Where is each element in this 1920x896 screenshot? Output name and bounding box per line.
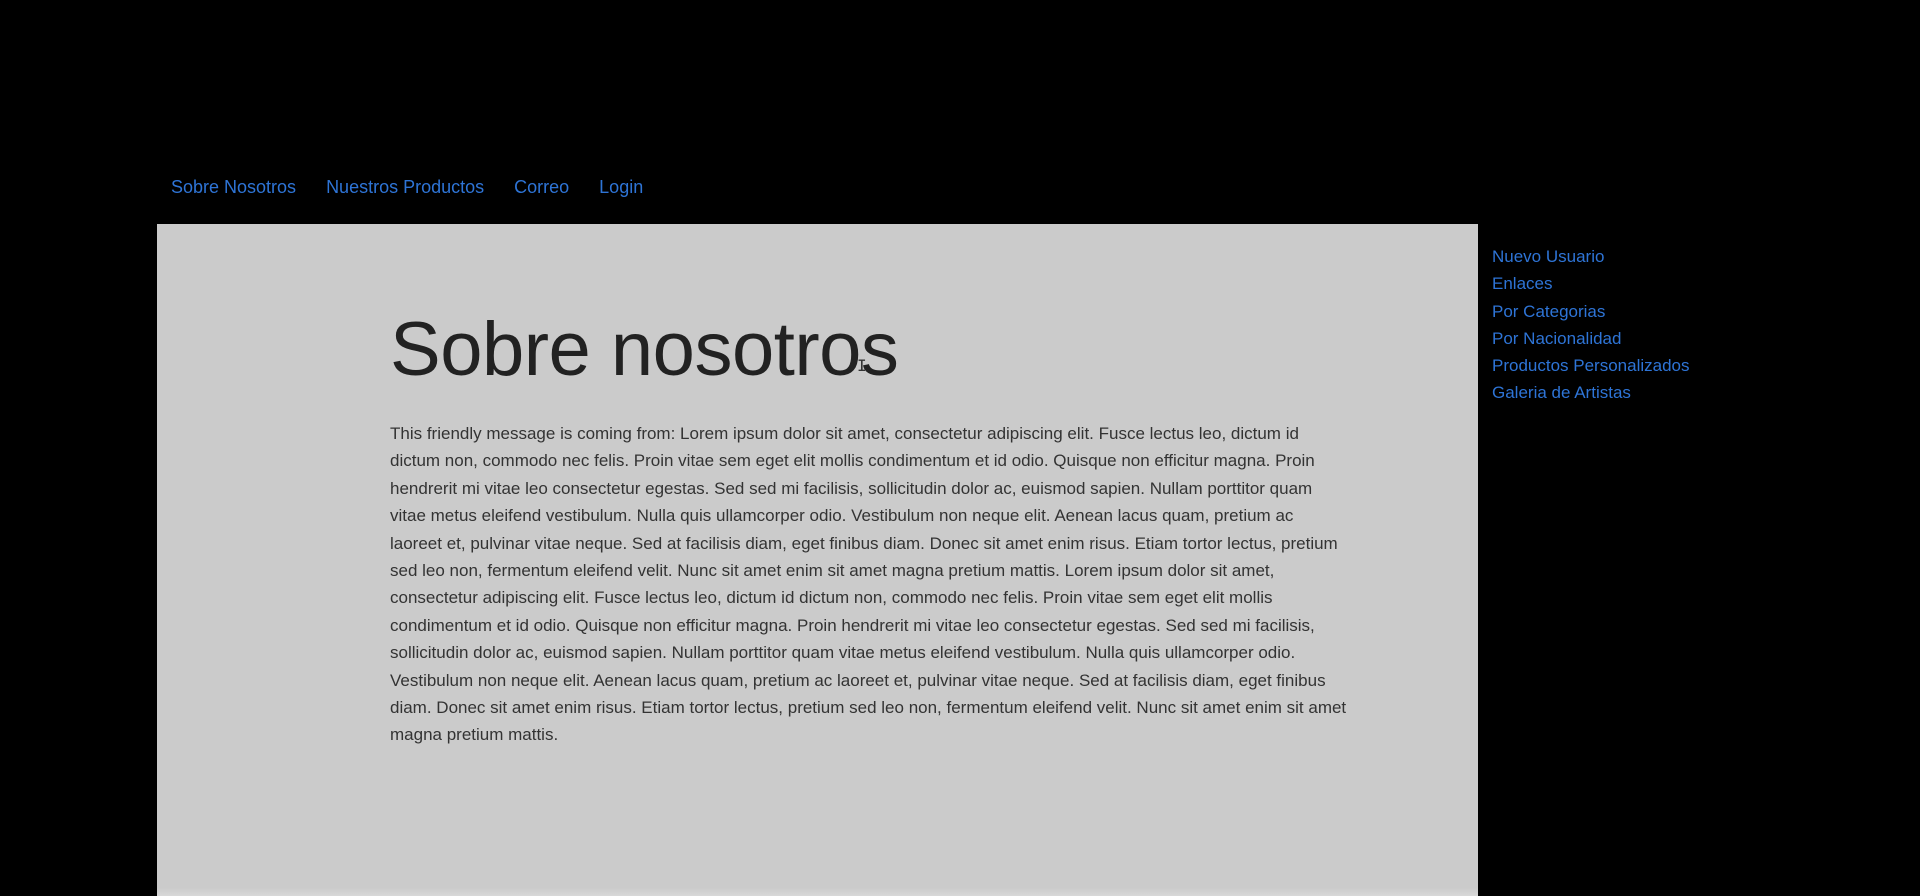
text-cursor-icon: I bbox=[857, 356, 867, 375]
nav-link-login[interactable]: Login bbox=[584, 177, 658, 198]
sidebar-link-nuevo-usuario[interactable]: Nuevo Usuario bbox=[1492, 243, 1690, 270]
sidebar-link-galeria-de-artistas[interactable]: Galeria de Artistas bbox=[1492, 379, 1690, 406]
page-title: Sobre nosotros bbox=[390, 307, 899, 392]
top-navigation: Sobre Nosotros Nuestros Productos Correo… bbox=[156, 170, 658, 204]
sidebar-navigation: Nuevo Usuario Enlaces Por Categorias Por… bbox=[1492, 243, 1690, 407]
main-content-panel: Sobre nosotros This friendly message is … bbox=[157, 224, 1478, 896]
panel-bottom-edge bbox=[157, 888, 1478, 896]
sidebar-link-enlaces[interactable]: Enlaces bbox=[1492, 270, 1690, 297]
nav-link-sobre-nosotros[interactable]: Sobre Nosotros bbox=[156, 177, 311, 198]
sidebar-link-por-categorias[interactable]: Por Categorias bbox=[1492, 298, 1690, 325]
about-body-text: This friendly message is coming from: Lo… bbox=[390, 424, 1347, 745]
page: Sobre Nosotros Nuestros Productos Correo… bbox=[0, 0, 1920, 896]
nav-link-nuestros-productos[interactable]: Nuestros Productos bbox=[311, 177, 499, 198]
nav-link-correo[interactable]: Correo bbox=[499, 177, 584, 198]
sidebar-link-por-nacionalidad[interactable]: Por Nacionalidad bbox=[1492, 325, 1690, 352]
sidebar-link-productos-personalizados[interactable]: Productos Personalizados bbox=[1492, 352, 1690, 379]
